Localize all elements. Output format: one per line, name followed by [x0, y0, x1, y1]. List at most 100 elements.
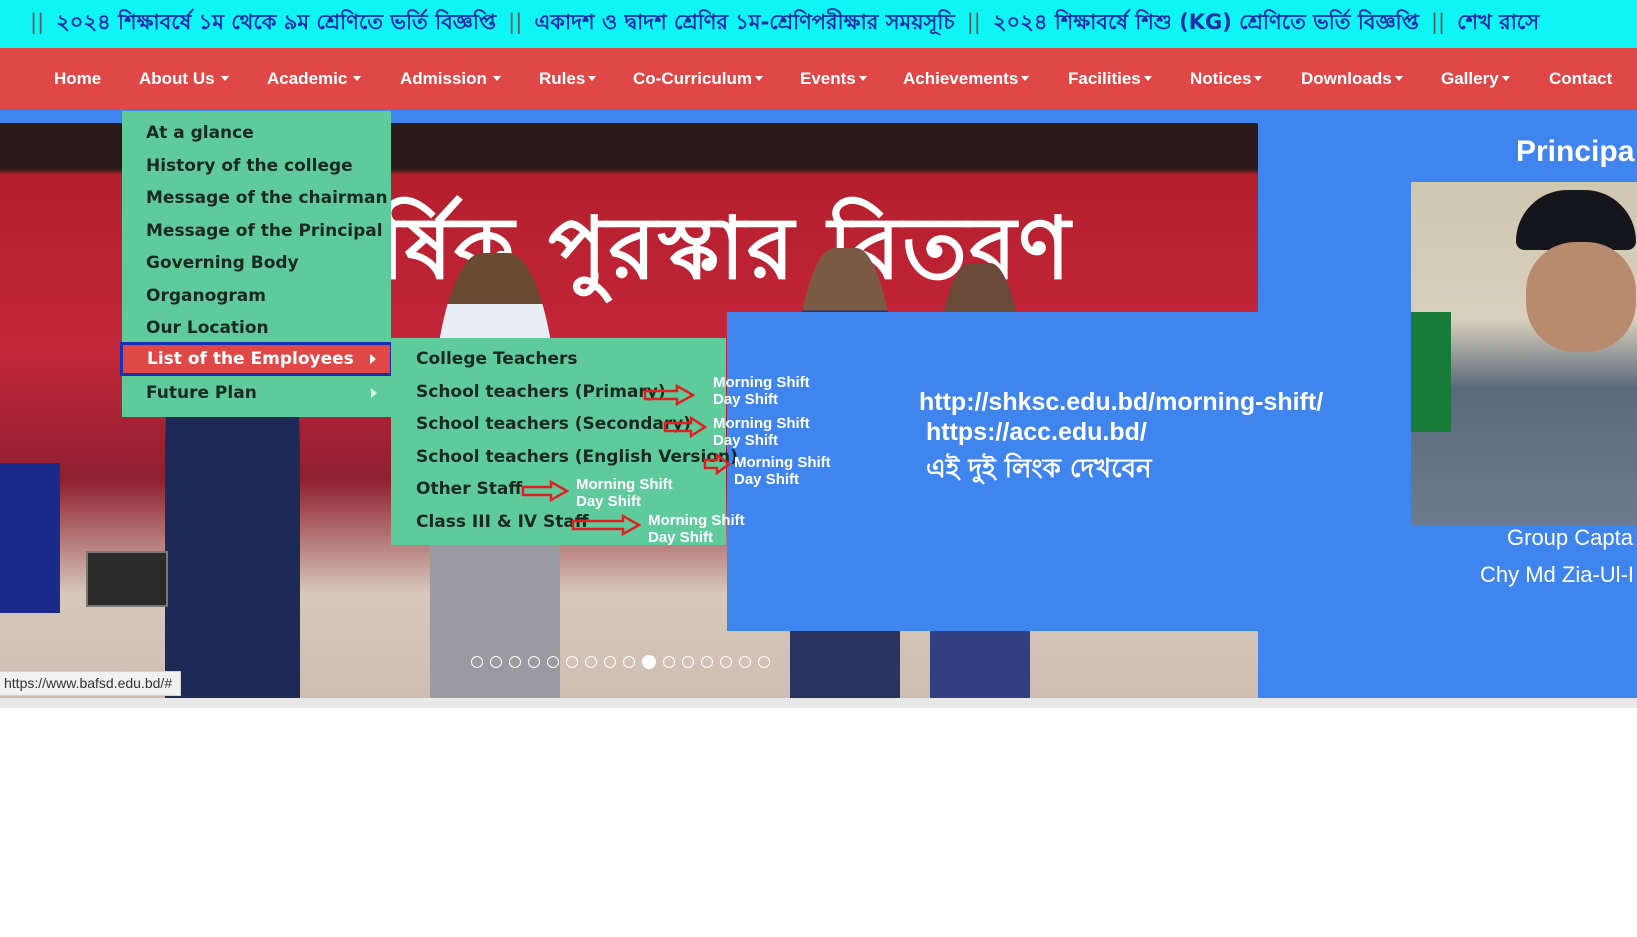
nav-achievements[interactable]: Achievements: [903, 48, 1030, 110]
nav-label: Academic: [267, 69, 348, 88]
menu-item-our-location[interactable]: Our Location: [122, 313, 391, 343]
shift-annotation: Morning Shift Day Shift: [713, 374, 810, 408]
annotation-arrow-icon: [703, 453, 731, 475]
menu-item-label: At a glance: [146, 123, 254, 143]
morning-shift-label: Morning Shift: [648, 512, 745, 529]
caret-down-icon: [1501, 76, 1510, 82]
nav-academic[interactable]: Academic: [267, 48, 362, 110]
menu-item-organogram[interactable]: Organogram: [122, 281, 391, 311]
slider-dot[interactable]: [509, 655, 521, 668]
slider-dot[interactable]: [566, 655, 578, 668]
nav-rules[interactable]: Rules: [539, 48, 597, 110]
marquee-item[interactable]: ২০২৪ শিক্ষাবর্ষে শিশু (KG) শ্রেণিতে ভর্ত…: [993, 10, 1419, 34]
nav-label: Facilities: [1068, 69, 1141, 88]
nav-label: Achievements: [903, 69, 1019, 88]
nav-label: Home: [54, 69, 102, 88]
day-shift-label: Day Shift: [734, 471, 800, 488]
slider-dot[interactable]: [490, 655, 502, 668]
shift-annotation: Morning Shift Day Shift: [648, 512, 745, 546]
nav-home[interactable]: Home: [54, 48, 101, 110]
nav-notices[interactable]: Notices: [1190, 48, 1263, 110]
day-shift-label: Day Shift: [713, 391, 779, 408]
nav-facilities[interactable]: Facilities: [1068, 48, 1152, 110]
nav-label: Admission: [400, 69, 487, 88]
caret-down-icon: [1254, 76, 1263, 82]
submenu-label: School teachers (Secondary): [416, 414, 692, 434]
slider-dot[interactable]: [528, 655, 540, 668]
acc-link[interactable]: https://acc.edu.bd/: [926, 418, 1147, 447]
menu-item-at-a-glance[interactable]: At a glance: [122, 118, 391, 148]
slider-dot[interactable]: [701, 655, 713, 668]
day-shift-label: Day Shift: [648, 529, 714, 546]
nav-label: Contact: [1549, 69, 1613, 88]
slider-dot[interactable]: [739, 655, 751, 668]
principal-photo: [1411, 182, 1637, 525]
main-nav: Home About Us Academic Admission Rules C…: [0, 48, 1637, 110]
shift-annotation: Morning Shift Day Shift: [734, 454, 831, 488]
marquee-item[interactable]: একাদশ ও দ্বাদশ শ্রেণির ১ম-শ্রেণিপরীক্ষার…: [534, 10, 954, 34]
slider-dot[interactable]: [547, 655, 559, 668]
marquee-item[interactable]: শেখ রাসে: [1457, 10, 1539, 34]
caret-down-icon: [220, 76, 229, 82]
nav-gallery[interactable]: Gallery: [1441, 48, 1510, 110]
nav-admission[interactable]: Admission: [400, 48, 501, 110]
day-shift-label: Day Shift: [713, 432, 779, 449]
menu-item-list-of-employees[interactable]: List of the Employees: [120, 342, 393, 376]
menu-item-label: List of the Employees: [147, 349, 354, 369]
marquee-separator: ||: [966, 10, 981, 34]
annotation-arrow-icon: [663, 416, 707, 438]
menu-item-future-plan[interactable]: Future Plan: [122, 378, 391, 408]
nav-downloads[interactable]: Downloads: [1301, 48, 1403, 110]
submenu-label: School teachers (English Version): [416, 447, 738, 467]
principal-heading: Principa: [1516, 135, 1635, 168]
submenu-school-teachers-english[interactable]: School teachers (English Version): [391, 442, 738, 472]
submenu-label: College Teachers: [416, 349, 578, 369]
stage-decoration: [0, 463, 60, 613]
nav-label: Rules: [539, 69, 586, 88]
submenu-label: Class III & IV Staff: [416, 512, 589, 532]
slider-dot[interactable]: [663, 655, 675, 668]
caret-down-icon: [1143, 76, 1152, 82]
status-bar-url: https://www.bafsd.edu.bd/#: [0, 671, 182, 696]
menu-item-label: Organogram: [146, 286, 266, 306]
slider-dot[interactable]: [720, 655, 732, 668]
slider-dot[interactable]: [682, 655, 694, 668]
marquee-separator: ||: [30, 10, 45, 34]
morning-shift-label: Morning Shift: [713, 415, 810, 432]
slider-dot[interactable]: [758, 655, 770, 668]
marquee-separator: ||: [1430, 10, 1446, 34]
morning-shift-link[interactable]: http://shksc.edu.bd/morning-shift/: [919, 388, 1323, 417]
slider-dot[interactable]: [623, 655, 635, 668]
slider-dot[interactable]: [642, 654, 656, 669]
menu-item-label: Future Plan: [146, 383, 257, 403]
submenu-college-teachers[interactable]: College Teachers: [391, 344, 726, 374]
overlay-note: এই দুই লিংক দেখবেন: [926, 454, 1152, 484]
marquee-separator: ||: [508, 10, 523, 34]
menu-item-history[interactable]: History of the college: [122, 151, 391, 181]
nav-label: About Us: [139, 69, 215, 88]
submenu-label: School teachers (Primary): [416, 382, 666, 402]
shift-annotation: Morning Shift Day Shift: [713, 415, 810, 449]
menu-item-governing-body[interactable]: Governing Body: [122, 248, 391, 278]
marquee-item[interactable]: ২০২৪ শিক্ষাবর্ষে ১ম থেকে ৯ম শ্রেণিতে ভর্…: [56, 10, 496, 34]
nav-co-curriculum[interactable]: Co-Curriculum: [633, 48, 763, 110]
slider-dot[interactable]: [604, 655, 616, 668]
morning-shift-label: Morning Shift: [734, 454, 831, 471]
menu-item-label: Governing Body: [146, 253, 299, 273]
nav-about-us[interactable]: About Us: [139, 48, 229, 110]
slider-pagination: [471, 651, 777, 669]
nav-contact[interactable]: Contact: [1549, 48, 1612, 110]
annotation-arrow-icon: [571, 514, 641, 536]
slider-dot[interactable]: [585, 655, 597, 668]
page-divider: [0, 698, 1637, 708]
stage-speaker: [86, 551, 168, 607]
menu-item-message-chairman[interactable]: Message of the chairman: [122, 183, 391, 213]
caret-down-icon: [1394, 76, 1403, 82]
menu-item-message-principal[interactable]: Message of the Principal: [122, 216, 391, 246]
chevron-right-icon: [370, 354, 376, 364]
notice-marquee[interactable]: || ২০২৪ শিক্ষাবর্ষে ১ম থেকে ৯ম শ্রেণিতে ভ…: [0, 0, 1637, 48]
menu-item-label: Message of the chairman: [146, 188, 388, 208]
nav-label: Downloads: [1301, 69, 1392, 88]
slider-dot[interactable]: [471, 655, 483, 668]
nav-events[interactable]: Events: [800, 48, 867, 110]
